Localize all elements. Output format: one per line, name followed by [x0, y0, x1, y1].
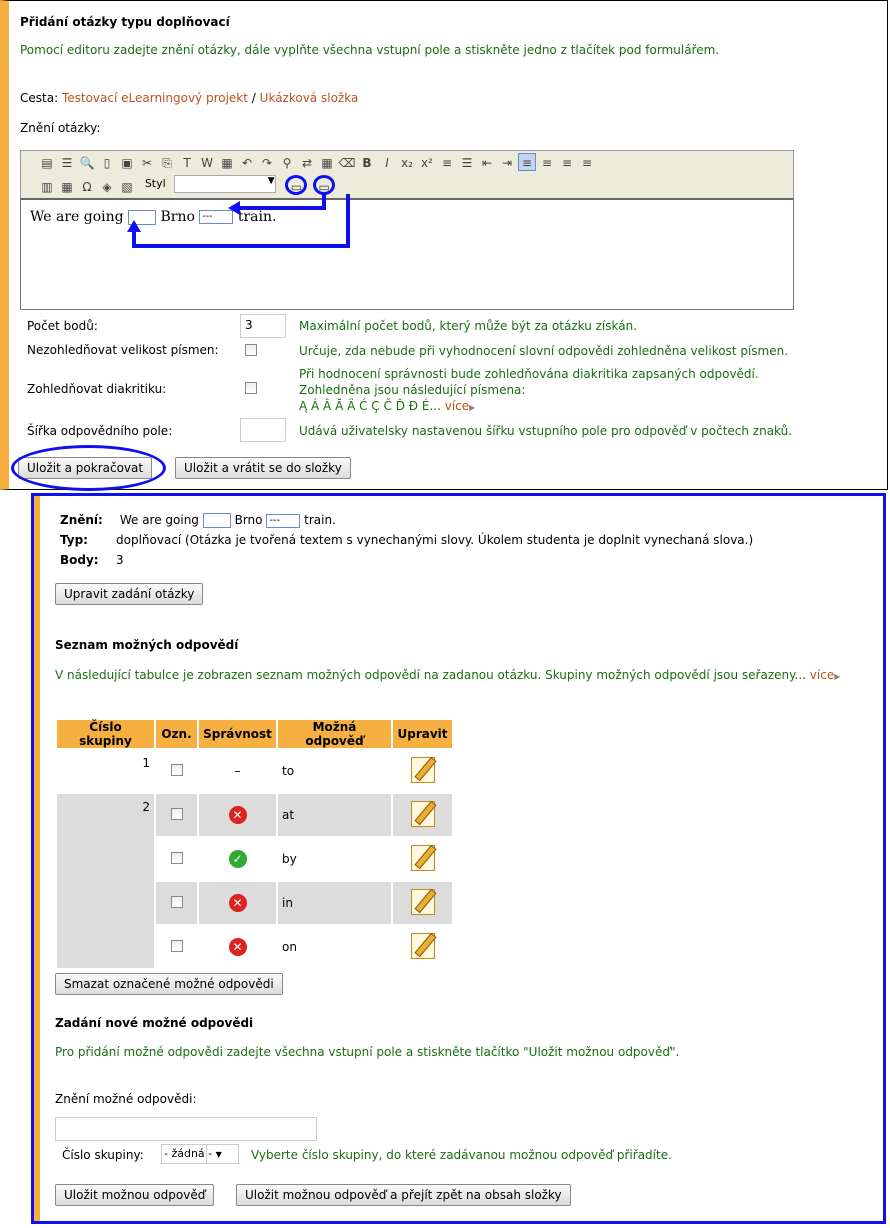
diacritics-checkbox[interactable]: [245, 382, 257, 394]
save-answer-button[interactable]: Uložit možnou odpověď: [55, 1184, 215, 1206]
more-arrow-icon: ▶: [834, 672, 841, 681]
more-arrow-icon: ▶: [469, 403, 476, 412]
width-input[interactable]: [240, 418, 286, 442]
arrow-head: [228, 201, 240, 215]
zneni-text: Brno: [234, 513, 263, 527]
col-group: Číslo skupiny: [57, 720, 154, 748]
case-label: Nezohledňovat velikost písmen:: [27, 343, 219, 357]
group-select-box[interactable]: [161, 1144, 239, 1164]
delete-selected-button[interactable]: Smazat označené možné odpovědi: [55, 973, 283, 995]
edit-icon[interactable]: [410, 800, 435, 827]
points-input[interactable]: 3: [240, 314, 286, 338]
gap-text-field: [202, 513, 231, 528]
new-answer-title: Zadání nové možné odpovědi: [55, 1016, 254, 1030]
more-link[interactable]: více: [445, 399, 469, 413]
answers-panel: Znění: We are going Brno --- train. Typ:…: [31, 493, 886, 1224]
accent-stripe: [34, 496, 40, 1221]
row-checkbox[interactable]: [170, 807, 183, 820]
edit-icon[interactable]: [410, 932, 435, 959]
correctness-value: –: [234, 764, 241, 778]
row-checkbox[interactable]: [170, 895, 183, 908]
wrong-icon: ✕: [228, 938, 247, 956]
answer-text: at: [278, 794, 391, 836]
answer-text: by: [278, 838, 391, 880]
more-link[interactable]: více: [810, 668, 834, 682]
body-value: 3: [116, 553, 124, 567]
case-checkbox[interactable]: [245, 344, 257, 356]
annotation-ellipse: [11, 445, 166, 491]
list-title: Seznam možných odpovědí: [55, 638, 239, 652]
question-summary: Znění: We are going Brno --- train. Typ:…: [60, 510, 753, 570]
group-help: Vyberte číslo skupiny, do které zadávano…: [251, 1148, 672, 1162]
edit-icon[interactable]: [410, 844, 435, 871]
new-answer-intro: Pro přidání možné odpovědi zadejte všech…: [55, 1045, 680, 1059]
correct-icon: ✓: [228, 850, 247, 868]
col-answer: Možná odpověď: [278, 720, 391, 748]
col-correct: Správnost: [199, 720, 276, 748]
edit-icon[interactable]: [410, 888, 435, 915]
case-help: Určuje, zda nebude při vyhodnocení slovn…: [299, 344, 789, 358]
diacritics-letters: Ą Á Â Ă Ä Ć Ç Č Ď Đ É...: [299, 399, 441, 413]
group-label: Číslo skupiny:: [62, 1148, 144, 1162]
arrow-head: [127, 220, 141, 232]
diacritics-help-2: Zohledněna jsou následující písmena:: [299, 383, 526, 397]
diacritics-label: Zohledňovat diakritiku:: [27, 382, 167, 396]
typ-value: doplňovací (Otázka je tvořená textem s v…: [116, 533, 754, 547]
points-label: Počet bodů:: [27, 319, 98, 333]
width-help: Udává uživatelsky nastavenou šířku vstup…: [299, 424, 793, 438]
diacritics-help-1: Při hodnocení správnosti bude zohledňová…: [299, 367, 759, 381]
zneni-text: We are going: [119, 513, 199, 527]
diacritics-help: Při hodnocení správnosti bude zohledňová…: [299, 366, 759, 416]
row-checkbox[interactable]: [170, 851, 183, 864]
wrong-icon: ✕: [228, 894, 247, 912]
arrow-select: [238, 194, 326, 210]
row-checkbox[interactable]: [170, 939, 183, 952]
zneni-label: Znění:: [60, 513, 103, 527]
typ-label: Typ:: [60, 533, 88, 547]
gap-select-field[interactable]: ---: [266, 513, 301, 528]
group-number: 2: [57, 794, 154, 968]
save-answer-back-button[interactable]: Uložit možnou odpověď a přejít zpět na o…: [236, 1184, 571, 1206]
answer-text: in: [278, 882, 391, 924]
group-number: 1: [57, 750, 154, 792]
edit-question-button[interactable]: Upravit zadání otázky: [55, 583, 204, 605]
save-return-button[interactable]: Uložit a vrátit se do složky: [175, 457, 351, 479]
annotation-arrows: [127, 194, 350, 248]
answer-input[interactable]: [55, 1117, 317, 1141]
wrong-icon: ✕: [228, 806, 247, 824]
answer-text: to: [278, 750, 391, 792]
col-edit: Upravit: [393, 720, 452, 748]
edit-icon[interactable]: [410, 756, 435, 783]
body-label: Body:: [60, 553, 99, 567]
width-label: Šířka odpovědního pole:: [27, 424, 173, 438]
arrow-text: [132, 194, 350, 248]
row-checkbox[interactable]: [170, 763, 183, 776]
col-mark: Ozn.: [156, 720, 197, 748]
list-intro: V následující tabulce je zobrazen seznam…: [55, 666, 867, 686]
answer-label: Znění možné odpovědi:: [55, 1092, 197, 1106]
zneni-text: train.: [304, 513, 336, 527]
answers-table: Číslo skupiny Ozn. Správnost Možná odpov…: [55, 718, 454, 970]
table-row: 2 ✕ at: [57, 794, 452, 968]
list-intro-text: V následující tabulce je zobrazen seznam…: [55, 668, 806, 682]
points-help: Maximální počet bodů, který může být za …: [299, 319, 638, 333]
answer-text: on: [278, 926, 391, 968]
table-row: 1 – to: [57, 750, 452, 792]
